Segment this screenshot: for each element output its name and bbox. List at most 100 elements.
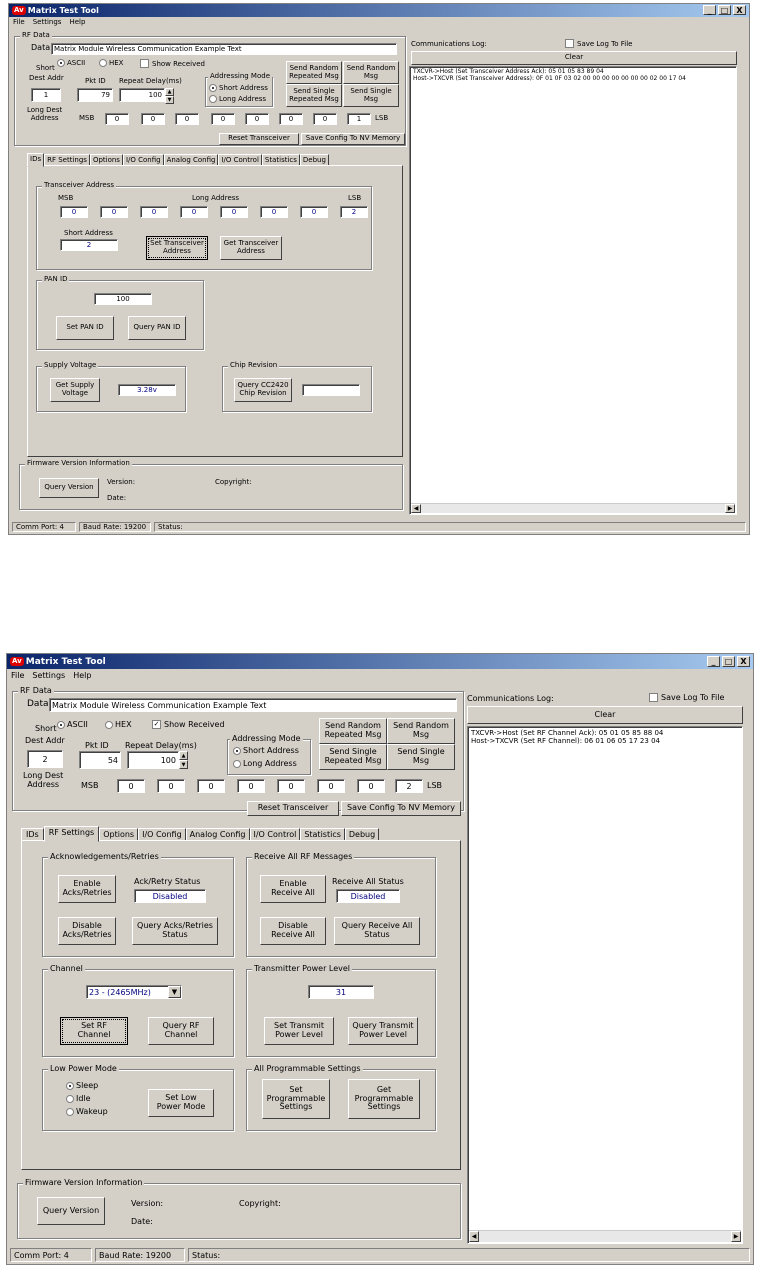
send-single-button[interactable]: Send Single Msg [343,84,399,107]
maximize-icon[interactable]: □ [722,656,735,667]
disable-acks-button[interactable]: Disable Acks/Retries [58,917,116,945]
repeat-delay-input[interactable]: 100 [127,751,179,769]
comm-log[interactable]: TXCVR->Host (Set Transceiver Address Ack… [409,66,737,515]
long-dest-byte-2[interactable]: 0 [175,113,199,125]
send-random-button[interactable]: Send Random Msg [343,61,399,84]
send-single-repeated-button[interactable]: Send Single Repeated Msg [286,84,342,107]
long-dest-byte-7[interactable]: 1 [347,113,371,125]
disable-receive-all-button[interactable]: Disable Receive All [260,917,326,945]
get-transceiver-address-button[interactable]: Get Transceiver Address [220,236,282,260]
long-dest-byte-0[interactable]: 0 [105,113,129,125]
query-pan-id-button[interactable]: Query PAN ID [128,316,186,340]
sleep-radio[interactable]: Sleep [66,1081,98,1090]
close-icon[interactable]: X [737,656,750,667]
channel-dropdown[interactable]: 23 - (2465MHz) ▼ [86,985,182,999]
wakeup-radio[interactable]: Wakeup [66,1107,108,1116]
minimize-icon[interactable]: _ [707,656,720,667]
scroll-right-icon[interactable]: ▶ [731,1231,741,1242]
power-level-value[interactable]: 31 [308,985,374,999]
long-dest-byte-2[interactable]: 0 [197,779,225,793]
clear-log-button[interactable]: Clear [411,51,737,65]
ascii-radio[interactable]: ASCII [57,59,85,67]
ascii-radio[interactable]: ASCII [57,720,88,729]
scroll-left-icon[interactable]: ◀ [469,1231,479,1242]
ids-long-byte-7[interactable]: 2 [340,206,368,218]
long-dest-byte-7[interactable]: 2 [395,779,423,793]
short-address-radio[interactable]: Short Address [233,746,299,755]
long-address-radio[interactable]: Long Address [209,95,266,103]
pkt-id-input[interactable]: 54 [79,751,121,769]
get-programmable-settings-button[interactable]: Get Programmable Settings [348,1079,420,1119]
ids-long-byte-0[interactable]: 0 [60,206,88,218]
long-address-radio[interactable]: Long Address [233,759,297,768]
repeat-delay-input[interactable]: 100 [119,88,165,102]
send-single-repeated-button[interactable]: Send Single Repeated Msg [319,744,387,770]
set-pan-id-button[interactable]: Set PAN ID [56,316,114,340]
save-config-button[interactable]: Save Config To NV Memory [341,801,461,816]
log-horizontal-scrollbar[interactable]: ◀ ▶ [411,503,735,513]
long-dest-byte-4[interactable]: 0 [277,779,305,793]
title-bar[interactable]: Av Matrix Test Tool _ □ X [9,4,749,17]
long-dest-byte-5[interactable]: 0 [317,779,345,793]
reset-transceiver-button[interactable]: Reset Transceiver [247,801,339,816]
long-dest-byte-1[interactable]: 0 [157,779,185,793]
comm-log[interactable]: TXCVR->Host (Set RF Channel Ack): 05 01 … [467,726,743,1244]
menu-file[interactable]: File [9,18,29,28]
query-version-button[interactable]: Query Version [37,1197,105,1225]
enable-acks-button[interactable]: Enable Acks/Retries [58,875,116,903]
clear-log-button[interactable]: Clear [467,706,743,724]
long-dest-byte-0[interactable]: 0 [117,779,145,793]
query-rf-channel-button[interactable]: Query RF Channel [148,1017,214,1045]
dest-addr-input[interactable]: 2 [27,750,63,768]
log-horizontal-scrollbar[interactable]: ◀ ▶ [469,1230,741,1242]
ids-long-byte-6[interactable]: 0 [300,206,328,218]
send-random-button[interactable]: Send Random Msg [387,718,455,744]
repeat-delay-spinner[interactable]: ▲ ▼ [165,88,174,104]
long-dest-byte-3[interactable]: 0 [211,113,235,125]
query-acks-button[interactable]: Query Acks/Retries Status [132,917,218,945]
long-dest-byte-3[interactable]: 0 [237,779,265,793]
long-dest-byte-6[interactable]: 0 [313,113,337,125]
ids-long-byte-5[interactable]: 0 [260,206,288,218]
ids-long-byte-4[interactable]: 0 [220,206,248,218]
long-dest-byte-6[interactable]: 0 [357,779,385,793]
long-dest-byte-4[interactable]: 0 [245,113,269,125]
chevron-down-icon[interactable]: ▼ [168,986,181,998]
tab-rf-settings[interactable]: RF Settings [43,826,100,842]
set-programmable-settings-button[interactable]: Set Programmable Settings [262,1079,330,1119]
title-bar[interactable]: Av Matrix Test Tool _ □ X [7,654,753,669]
tab-ids[interactable]: IDs [27,153,45,167]
get-supply-voltage-button[interactable]: Get Supply Voltage [50,378,100,402]
menu-help[interactable]: Help [69,671,95,682]
send-random-repeated-button[interactable]: Send Random Repeated Msg [319,718,387,744]
show-received-checkbox[interactable]: Show Received [140,59,205,68]
send-single-button[interactable]: Send Single Msg [387,744,455,770]
ids-long-byte-3[interactable]: 0 [180,206,208,218]
minimize-icon[interactable]: _ [703,5,716,15]
show-received-checkbox[interactable]: ✓ Show Received [152,720,225,729]
data-input[interactable]: Matrix Module Wireless Communication Exa… [49,698,457,712]
menu-file[interactable]: File [7,671,28,682]
maximize-icon[interactable]: □ [718,5,731,15]
set-low-power-button[interactable]: Set Low Power Mode [148,1089,214,1117]
spin-down-icon[interactable]: ▼ [179,760,188,769]
save-log-checkbox[interactable]: Save Log To File [565,39,632,48]
reset-transceiver-button[interactable]: Reset Transceiver [219,133,299,145]
close-icon[interactable]: X [733,5,746,15]
set-transceiver-address-button[interactable]: Set Transceiver Address [146,236,208,260]
hex-radio[interactable]: HEX [99,59,123,67]
menu-help[interactable]: Help [65,18,89,28]
pan-id-input[interactable]: 100 [94,293,152,305]
data-input[interactable]: Matrix Module Wireless Communication Exa… [51,43,397,55]
send-random-repeated-button[interactable]: Send Random Repeated Msg [286,61,342,84]
ids-long-byte-2[interactable]: 0 [140,206,168,218]
scroll-left-icon[interactable]: ◀ [411,504,421,513]
long-dest-byte-1[interactable]: 0 [141,113,165,125]
query-receive-all-button[interactable]: Query Receive All Status [334,917,420,945]
enable-receive-all-button[interactable]: Enable Receive All [260,875,326,903]
save-log-checkbox[interactable]: Save Log To File [649,693,724,702]
long-dest-byte-5[interactable]: 0 [279,113,303,125]
spin-up-icon[interactable]: ▲ [179,751,188,760]
query-chip-revision-button[interactable]: Query CC2420 Chip Revision [234,378,292,402]
menu-settings[interactable]: Settings [29,18,66,28]
